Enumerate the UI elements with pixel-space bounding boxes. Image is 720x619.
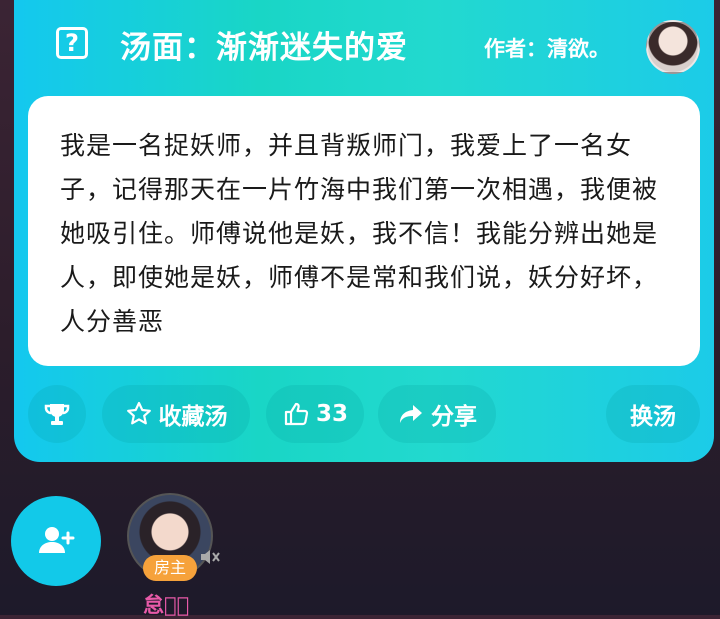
trophy-button[interactable] [28, 385, 86, 443]
mic-muted-icon [201, 550, 220, 564]
change-label: 换汤 [630, 404, 676, 430]
story-content-box: 我是一名捉妖师，并且背叛师门，我爱上了一名女子，记得那天在一片竹海中我们第一次相… [28, 96, 700, 366]
like-count: 33 [315, 401, 348, 427]
story-card: ? 汤面：渐渐迷失的爱 作者：清欲。 我是一名捉妖师，并且背叛师门，我爱上了一名… [14, 0, 714, 462]
collect-label: 收藏汤 [158, 404, 228, 430]
change-soup-button[interactable]: 换汤 [606, 385, 700, 443]
star-outline-icon [126, 401, 151, 425]
trophy-icon [44, 404, 70, 425]
story-text: 我是一名捉妖师，并且背叛师门，我爱上了一名女子，记得那天在一片竹海中我们第一次相… [60, 131, 659, 336]
add-user-button[interactable] [11, 496, 101, 586]
add-user-icon [39, 527, 75, 553]
card-header: ? 汤面：渐渐迷失的爱 作者：清欲。 [14, 0, 714, 92]
thumbs-up-icon [284, 402, 309, 426]
owner-badge: 房主 [143, 555, 197, 581]
author-label: 作者：清欲。 [484, 37, 610, 61]
author-avatar[interactable] [646, 20, 700, 74]
like-button[interactable]: 33 [266, 385, 364, 443]
share-button[interactable]: 分享 [378, 385, 496, 443]
share-arrow-icon [400, 405, 422, 423]
page-title: 汤面：渐渐迷失的爱 [120, 30, 408, 66]
question-box-icon[interactable]: ? [56, 27, 88, 59]
collect-button[interactable]: 收藏汤 [102, 385, 250, 443]
share-label: 分享 [431, 404, 477, 430]
